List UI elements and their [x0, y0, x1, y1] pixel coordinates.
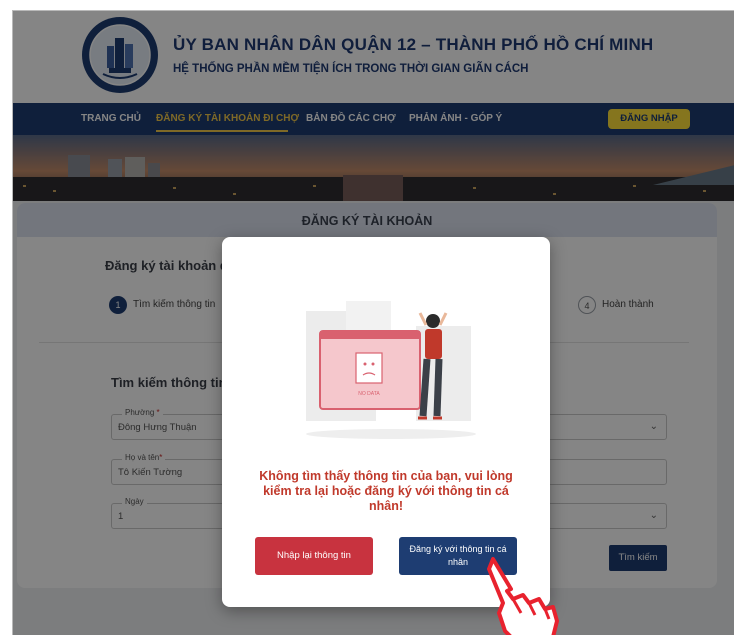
no-data-text: NO DATA: [358, 391, 380, 397]
no-data-illustration-icon: NO DATA: [306, 301, 476, 439]
browser-frame: ỦY BAN NHÂN DÂN QUẬN 12 – THÀNH PHỐ HỒ C…: [12, 10, 734, 635]
retry-button[interactable]: Nhập lại thông tin: [255, 537, 373, 575]
not-found-message: Không tìm thấy thông tin của bạn, vui lò…: [259, 469, 513, 513]
pointing-hand-icon: [487, 557, 559, 635]
